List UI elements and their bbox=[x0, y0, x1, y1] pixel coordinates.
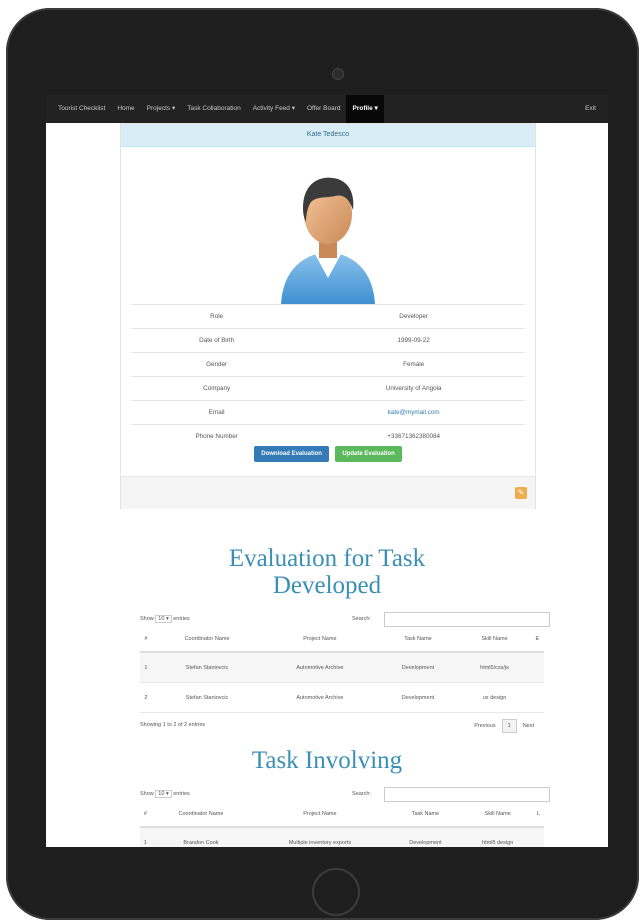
table-cell: 1 bbox=[140, 652, 152, 683]
camera-icon bbox=[332, 68, 344, 80]
profile-name: Kate Tedesco bbox=[121, 124, 535, 147]
entries-label: entries bbox=[173, 616, 190, 622]
search-label: Search: bbox=[352, 791, 371, 797]
table-row[interactable]: 1 Brandon Cook Multiple inventory export… bbox=[140, 827, 544, 847]
edit-icon[interactable]: ✎ bbox=[515, 487, 527, 499]
table-cell bbox=[530, 682, 544, 713]
show-label: Show bbox=[140, 616, 154, 622]
navbar: Tourist Checklist Home Projects ▾ Task C… bbox=[46, 95, 608, 123]
profile-card: Kate Tedesco Role Developer Date of Birth… bbox=[120, 123, 536, 509]
table-cell: Stefan Staniovcic bbox=[151, 652, 263, 683]
evaluation-table-footer: Showing 1 to 2 of 2 entries Previous 1 N… bbox=[140, 719, 544, 733]
evaluation-table-controls: Show 10 ▾ entries Search: bbox=[140, 612, 550, 627]
table-cell: Multiple inventory exports bbox=[251, 827, 389, 847]
search-input[interactable] bbox=[384, 612, 550, 627]
info-value: Developer bbox=[302, 304, 525, 329]
info-row: Email kate@mymail.com bbox=[131, 400, 525, 425]
table-cell: Automotive Archive bbox=[262, 652, 378, 683]
col-header[interactable]: Coordinator Name bbox=[151, 627, 263, 653]
table-header: # Coordinator Name Project Name Task Nam… bbox=[140, 802, 544, 828]
col-header[interactable]: # bbox=[140, 627, 152, 653]
table-cell: Development bbox=[377, 682, 459, 713]
entries-select[interactable]: 10 ▾ bbox=[155, 790, 172, 798]
col-header[interactable]: Task Name bbox=[388, 802, 463, 828]
nav-activity-feed[interactable]: Activity Feed ▾ bbox=[247, 95, 301, 123]
evaluation-title-line2: Developed bbox=[272, 572, 382, 599]
table-cell: html5 design bbox=[462, 827, 534, 847]
table-cell: Brandon Cook bbox=[150, 827, 252, 847]
page-1-button[interactable]: 1 bbox=[501, 719, 517, 733]
table-cell: Stefan Staniovcic bbox=[151, 682, 263, 713]
info-value: 1999-09-22 bbox=[302, 328, 525, 353]
info-value: University of Angola bbox=[302, 376, 525, 401]
table-cell: ux design bbox=[458, 682, 531, 713]
previous-button[interactable]: Previous bbox=[474, 723, 495, 729]
info-label: Email bbox=[131, 400, 303, 425]
table-cell: 1 bbox=[140, 827, 151, 847]
table-cell: Automotive Archive bbox=[262, 682, 378, 713]
table-info: Showing 1 to 2 of 2 entries bbox=[140, 722, 206, 728]
evaluation-table: # Coordinator Name Project Name Task Nam… bbox=[140, 627, 544, 713]
col-header[interactable]: # bbox=[140, 802, 151, 828]
table-cell bbox=[530, 652, 544, 683]
next-button[interactable]: Next bbox=[523, 723, 534, 729]
email-link[interactable]: kate@mymail.com bbox=[302, 400, 525, 425]
home-button[interactable] bbox=[312, 868, 360, 916]
info-row: Role Developer bbox=[131, 304, 525, 329]
entries-select-value: 10 bbox=[158, 791, 165, 797]
col-header[interactable]: Skill Name bbox=[462, 802, 534, 828]
download-evaluation-button[interactable]: Download Evaluation bbox=[254, 446, 329, 462]
entries-select-value: 10 bbox=[158, 616, 165, 622]
table-header: # Coordinator Name Project Name Task Nam… bbox=[140, 627, 544, 653]
nav-home[interactable]: Home bbox=[111, 95, 140, 123]
nav-brand[interactable]: Tourist Checklist bbox=[52, 95, 111, 123]
entries-select[interactable]: 10 ▾ bbox=[155, 615, 172, 623]
table-cell bbox=[533, 827, 544, 847]
nav-projects[interactable]: Projects ▾ bbox=[141, 95, 182, 123]
info-value: Female bbox=[302, 352, 525, 377]
col-header[interactable]: Skill Name bbox=[458, 627, 531, 653]
nav-task-collaboration[interactable]: Task Collaboration bbox=[181, 95, 246, 123]
nav-offer-board[interactable]: Offer Board bbox=[301, 95, 346, 123]
search-label: Search: bbox=[352, 616, 371, 622]
info-row: Company University of Angola bbox=[131, 376, 525, 401]
screen: Tourist Checklist Home Projects ▾ Task C… bbox=[46, 95, 608, 847]
info-label: Gender bbox=[131, 352, 303, 377]
info-row: Gender Female bbox=[131, 352, 525, 377]
entries-label: entries bbox=[173, 791, 190, 797]
info-label: Role bbox=[131, 304, 303, 329]
table-row[interactable]: 2 Stefan Staniovcic Automotive Archive D… bbox=[140, 682, 544, 713]
col-header[interactable]: Project Name bbox=[262, 627, 378, 653]
col-header[interactable]: Task Name bbox=[377, 627, 459, 653]
evaluation-buttons: Download Evaluation Update Evaluation bbox=[121, 442, 535, 462]
nav-profile[interactable]: Profile ▾ bbox=[346, 95, 384, 123]
table-cell: Development bbox=[388, 827, 463, 847]
involving-table-controls: Show 10 ▾ entries Search: bbox=[140, 787, 550, 802]
col-header[interactable]: Project Name bbox=[251, 802, 389, 828]
col-header[interactable]: Coordinator Name bbox=[150, 802, 252, 828]
table-cell: 2 bbox=[140, 682, 152, 713]
nav-exit[interactable]: Exit bbox=[579, 95, 602, 123]
info-label: Company bbox=[131, 376, 303, 401]
show-label: Show bbox=[140, 791, 154, 797]
involving-table: # Coordinator Name Project Name Task Nam… bbox=[140, 802, 544, 847]
avatar bbox=[281, 177, 375, 304]
evaluation-title: Evaluation for Task Developed bbox=[46, 545, 608, 599]
pagination: Previous 1 Next bbox=[474, 719, 534, 733]
table-row[interactable]: 1 Stefan Staniovcic Automotive Archive D… bbox=[140, 652, 544, 683]
info-row: Date of Birth 1999-09-22 bbox=[131, 328, 525, 353]
evaluation-title-line1: Evaluation for Task bbox=[228, 545, 426, 572]
table-cell: html5/css/js bbox=[458, 652, 531, 683]
update-evaluation-button[interactable]: Update Evaluation bbox=[335, 446, 402, 462]
profile-info-table: Role Developer Date of Birth 1999-09-22 Ge… bbox=[131, 304, 525, 448]
col-header[interactable]: L bbox=[533, 802, 544, 828]
search-input[interactable] bbox=[384, 787, 550, 802]
task-involving-title: Task Involving bbox=[251, 747, 403, 774]
info-label: Date of Birth bbox=[131, 328, 303, 353]
table-cell: Development bbox=[377, 652, 459, 683]
profile-card-footer: ✎ bbox=[121, 476, 535, 509]
col-header[interactable]: E bbox=[530, 627, 544, 653]
